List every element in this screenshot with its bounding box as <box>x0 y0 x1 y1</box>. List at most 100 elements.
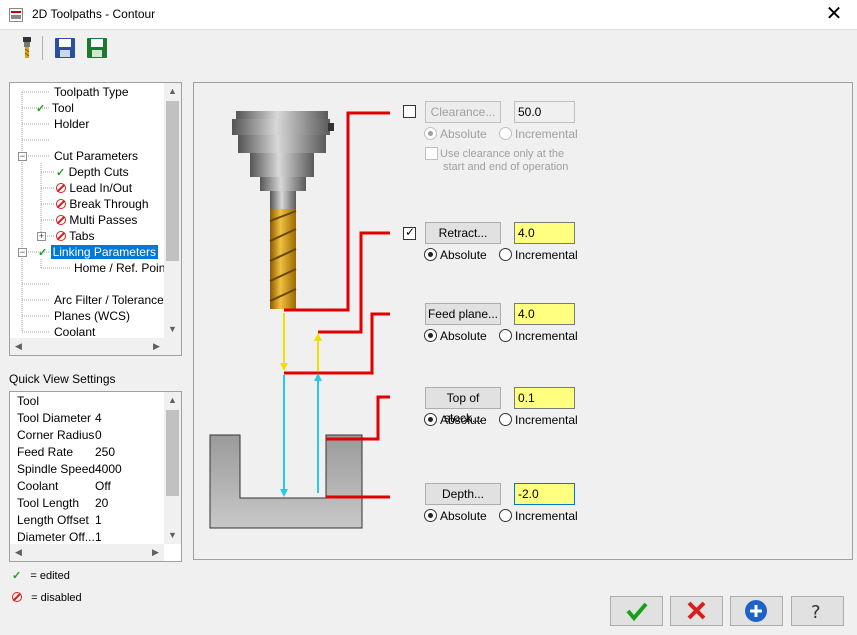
help-icon: ? <box>811 602 821 623</box>
clearance-button[interactable]: Clearance... <box>425 101 501 123</box>
tree-item-holder[interactable]: Holder <box>54 116 89 132</box>
quick-view-row: Spindle Speed 4000 <box>17 461 122 478</box>
tree-item-multi-passes[interactable]: Multi Passes <box>56 212 137 228</box>
tree-vertical-scrollbar[interactable]: ▲ ▼ <box>164 83 181 338</box>
feed-plane-absolute-radio[interactable]: Absolute <box>424 328 487 344</box>
scroll-right-icon[interactable]: ▶ <box>148 338 165 355</box>
tree-item-planes[interactable]: Planes (WCS) <box>54 308 130 324</box>
radio-dot <box>499 127 512 140</box>
tree-item-tool[interactable]: ✓ Tool <box>36 100 74 116</box>
quick-view-row: Coolant Off <box>17 478 111 495</box>
depth-absolute-radio[interactable]: Absolute <box>424 508 487 524</box>
collapse-cut-parameters-icon[interactable]: − <box>18 152 27 161</box>
tree-item-home-ref-points[interactable]: Home / Ref. Points <box>74 260 175 276</box>
tree-item-lead-in-out[interactable]: Lead In/Out <box>56 180 132 196</box>
feed-plane-field[interactable]: 4.0 <box>514 303 575 325</box>
app-icon <box>9 8 23 22</box>
radio-dot <box>424 329 437 342</box>
quick-view-horizontal-scrollbar[interactable]: ◀ ▶ <box>10 544 164 561</box>
tree-item-tabs[interactable]: Tabs <box>56 228 94 244</box>
qv-label: Corner Radius <box>17 428 95 442</box>
radio-dot <box>424 413 437 426</box>
save-as-icon[interactable] <box>84 35 110 61</box>
scroll-up-icon[interactable]: ▲ <box>164 83 181 100</box>
scroll-right-icon[interactable]: ▶ <box>147 544 164 561</box>
top-of-stock-incremental-radio[interactable]: Incremental <box>499 412 578 428</box>
collapse-linking-parameters-icon[interactable]: − <box>18 248 27 257</box>
scroll-thumb[interactable] <box>166 410 179 496</box>
quick-view-row: Tool Diameter 4 <box>17 410 102 427</box>
tool-icon[interactable] <box>14 35 40 61</box>
tree-item-linking-parameters[interactable]: ✓ Linking Parameters <box>38 244 158 260</box>
retract-field[interactable]: 4.0 <box>514 222 575 244</box>
tree-item-label: Tool <box>51 101 74 115</box>
disabled-icon <box>56 215 66 225</box>
add-button[interactable] <box>730 596 783 626</box>
qv-label: Feed Rate <box>17 445 74 459</box>
top-of-stock-absolute-radio[interactable]: Absolute <box>424 412 487 428</box>
clearance-incremental-radio[interactable]: Incremental <box>499 126 578 142</box>
scroll-corner <box>164 338 181 355</box>
feed-plane-incremental-radio[interactable]: Incremental <box>499 328 578 344</box>
cancel-button[interactable] <box>670 596 723 626</box>
retract-button[interactable]: Retract... <box>425 222 501 244</box>
radio-dot <box>499 413 512 426</box>
feed-plane-button[interactable]: Feed plane... <box>425 303 501 325</box>
clearance-absolute-radio[interactable]: Absolute <box>424 126 487 142</box>
qv-label: Tool Diameter <box>17 411 92 425</box>
scroll-down-icon[interactable]: ▼ <box>164 321 181 338</box>
scroll-left-icon[interactable]: ◀ <box>10 544 27 561</box>
legend-edited-label: = edited <box>30 570 70 582</box>
clearance-only-checkbox[interactable] <box>425 147 438 160</box>
retract-absolute-radio[interactable]: Absolute <box>424 247 487 263</box>
depth-field[interactable]: -2.0 <box>514 483 575 505</box>
radio-dot <box>499 509 512 522</box>
expand-tabs-icon[interactable]: + <box>37 232 46 241</box>
scroll-down-icon[interactable]: ▼ <box>164 527 181 544</box>
ok-button[interactable] <box>610 596 663 626</box>
radio-dot <box>499 248 512 261</box>
clearance-field[interactable]: 50.0 <box>514 101 575 123</box>
tree-item-label: Coolant <box>54 325 96 339</box>
radio-dot <box>424 127 437 140</box>
quick-view-list[interactable]: Tool Tool Diameter 4 Corner Radius 0 Feed … <box>9 391 182 562</box>
tree-item-label: Multi Passes <box>69 213 138 227</box>
quick-view-vertical-scrollbar[interactable]: ▲ ▼ <box>164 392 181 544</box>
tree-item-cut-parameters[interactable]: Cut Parameters <box>54 148 138 164</box>
disabled-icon <box>56 199 66 209</box>
close-icon[interactable]: ✕ <box>817 2 851 28</box>
clearance-checkbox[interactable] <box>403 105 416 118</box>
disabled-icon <box>12 592 22 602</box>
tree-item-label: Tabs <box>69 229 95 243</box>
tree-item-toolpath-type[interactable]: Toolpath Type <box>54 84 129 100</box>
radio-dot <box>424 509 437 522</box>
save-icon[interactable] <box>52 35 78 61</box>
help-button[interactable]: ? <box>791 596 844 626</box>
svg-text:?: ? <box>811 602 821 623</box>
tree-item-label: Arc Filter / Tolerance <box>54 293 164 307</box>
top-of-stock-button[interactable]: Top of stock... <box>425 387 501 425</box>
tree-item-break-through[interactable]: Break Through <box>56 196 149 212</box>
scroll-left-icon[interactable]: ◀ <box>10 338 27 355</box>
retract-incremental-radio[interactable]: Incremental <box>499 247 578 263</box>
scroll-up-icon[interactable]: ▲ <box>164 392 181 409</box>
tree-item-arc-filter[interactable]: Arc Filter / Tolerance <box>54 292 164 308</box>
parameter-tree[interactable]: − + − Toolpath Type ✓ Tool Holder Cut Pa… <box>9 82 182 356</box>
ok-icon <box>626 602 648 622</box>
qv-value: 250 <box>95 445 116 459</box>
edited-check-icon: ✓ <box>38 247 48 259</box>
tree-horizontal-scrollbar[interactable]: ◀ ▶ <box>10 338 165 355</box>
disabled-icon <box>56 231 66 241</box>
depth-incremental-radio[interactable]: Incremental <box>499 508 578 524</box>
tree-item-depth-cuts[interactable]: ✓ Depth Cuts <box>56 164 129 180</box>
qv-label: Tool Length <box>17 496 80 510</box>
tool-illustration <box>232 111 334 309</box>
retract-checkbox[interactable]: ✓ <box>403 225 416 240</box>
cancel-icon <box>687 601 706 620</box>
clearance-only-label: Use clearance only at the <box>440 148 565 160</box>
scroll-thumb[interactable] <box>166 101 179 261</box>
radio-label: Incremental <box>515 329 578 343</box>
qv-value: 1 <box>95 513 102 527</box>
depth-button[interactable]: Depth... <box>425 483 501 505</box>
top-of-stock-field[interactable]: 0.1 <box>514 387 575 409</box>
